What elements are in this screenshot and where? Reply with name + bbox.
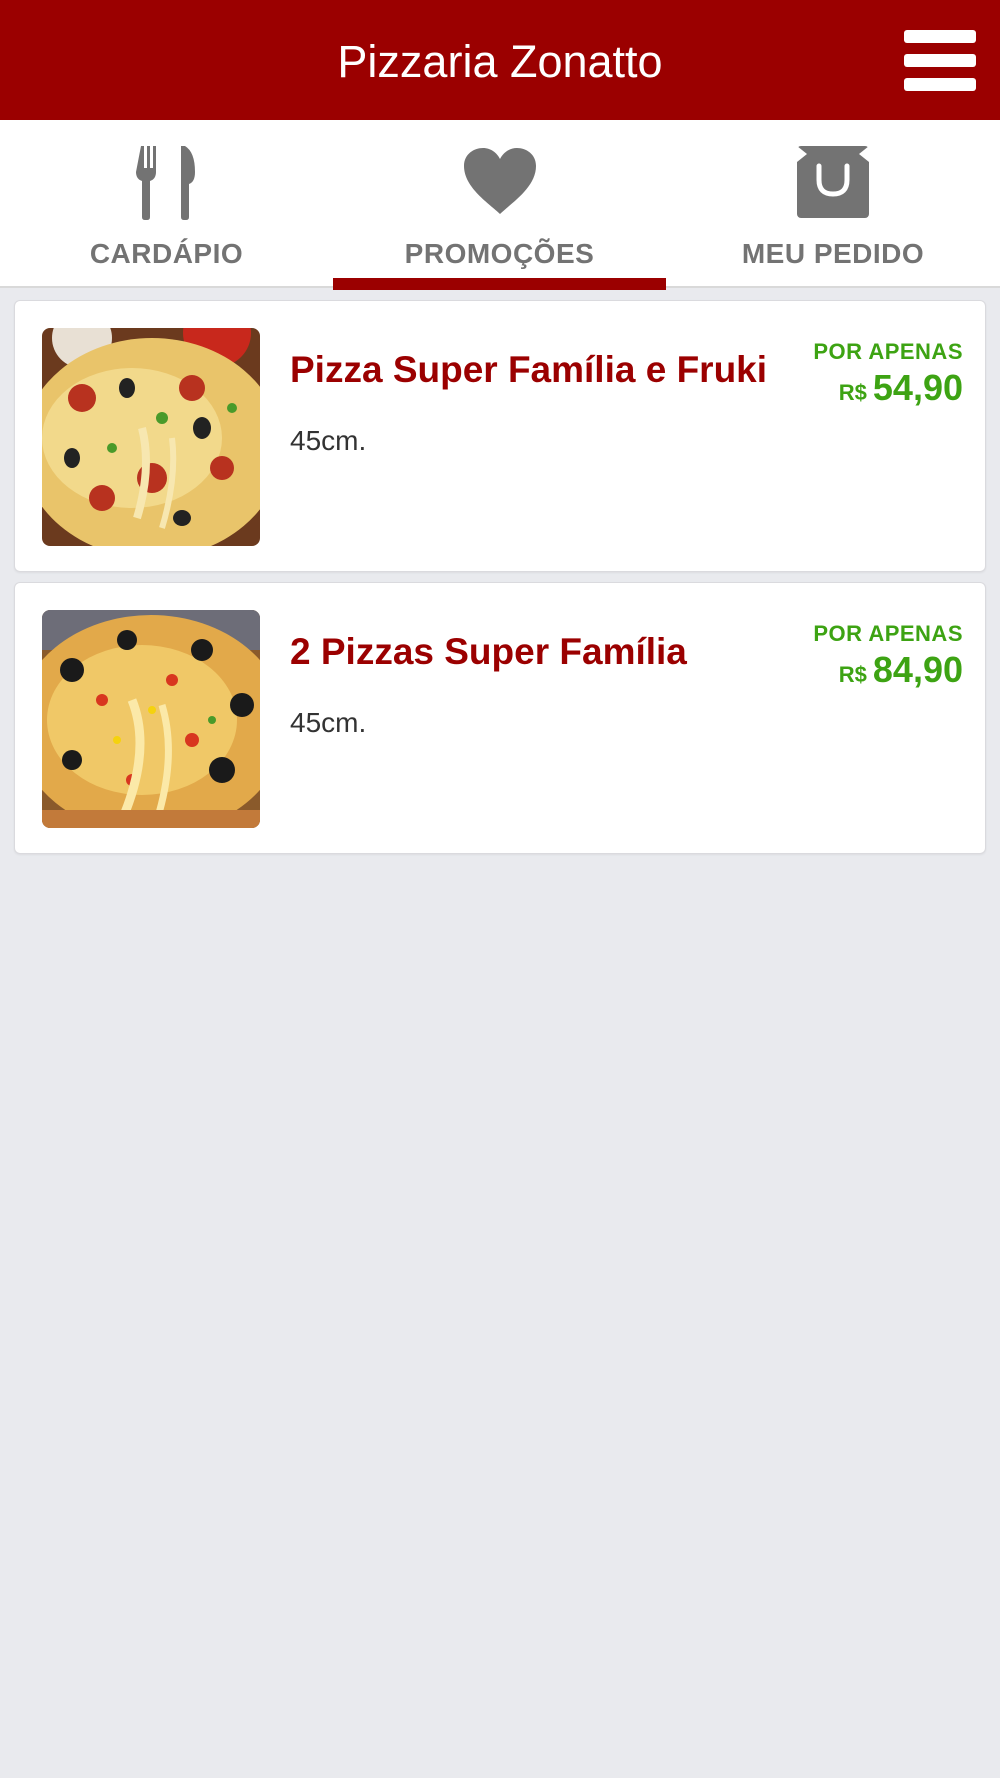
menu-bar: [904, 30, 976, 43]
price-currency: R$: [838, 662, 867, 687]
price-value: 84,90: [872, 649, 963, 690]
shopping-bag-icon: [797, 146, 869, 218]
pizza-image: [42, 610, 260, 828]
menu-bar: [904, 54, 976, 67]
promotions-list: Pizza Super Família e Fruki 45cm. POR AP…: [14, 300, 986, 864]
tab-label: PROMOÇÕES: [404, 238, 595, 269]
promo-description: 45cm.: [290, 707, 367, 738]
price-label: POR APENAS: [813, 339, 963, 364]
tab-meu-pedido[interactable]: MEU PEDIDO: [666, 120, 1000, 288]
promo-description: 45cm.: [290, 425, 367, 456]
menu-bar: [904, 78, 976, 91]
active-tab-indicator: [333, 278, 666, 290]
app-screen: Pizzaria Zonatto CARDÁPIO PROMOÇÕES MEU …: [0, 0, 1000, 1778]
app-title: Pizzaria Zonatto: [337, 36, 663, 87]
promo-price: R$ 84,90: [839, 649, 963, 691]
fork-knife-icon: [135, 146, 195, 220]
promo-card[interactable]: 2 Pizzas Super Família 45cm. POR APENAS …: [14, 582, 986, 854]
price-value: 54,90: [872, 367, 963, 408]
price-label: POR APENAS: [813, 621, 963, 646]
tab-bar: CARDÁPIO PROMOÇÕES MEU PEDIDO: [0, 120, 1000, 290]
promo-title: 2 Pizzas Super Família: [290, 631, 687, 672]
promo-price: R$ 54,90: [839, 367, 963, 409]
price-currency: R$: [838, 380, 867, 405]
tab-label: CARDÁPIO: [89, 238, 244, 269]
tab-label: MEU PEDIDO: [741, 238, 925, 269]
promo-title: Pizza Super Família e Fruki: [290, 349, 768, 390]
tab-cardapio[interactable]: CARDÁPIO: [0, 120, 333, 288]
tab-promocoes[interactable]: PROMOÇÕES: [333, 120, 666, 290]
promo-card[interactable]: Pizza Super Família e Fruki 45cm. POR AP…: [14, 300, 986, 572]
hamburger-menu-icon[interactable]: [900, 28, 978, 94]
app-header: Pizzaria Zonatto: [0, 0, 1000, 120]
heart-icon: [463, 148, 536, 214]
pizza-image: [42, 328, 260, 546]
